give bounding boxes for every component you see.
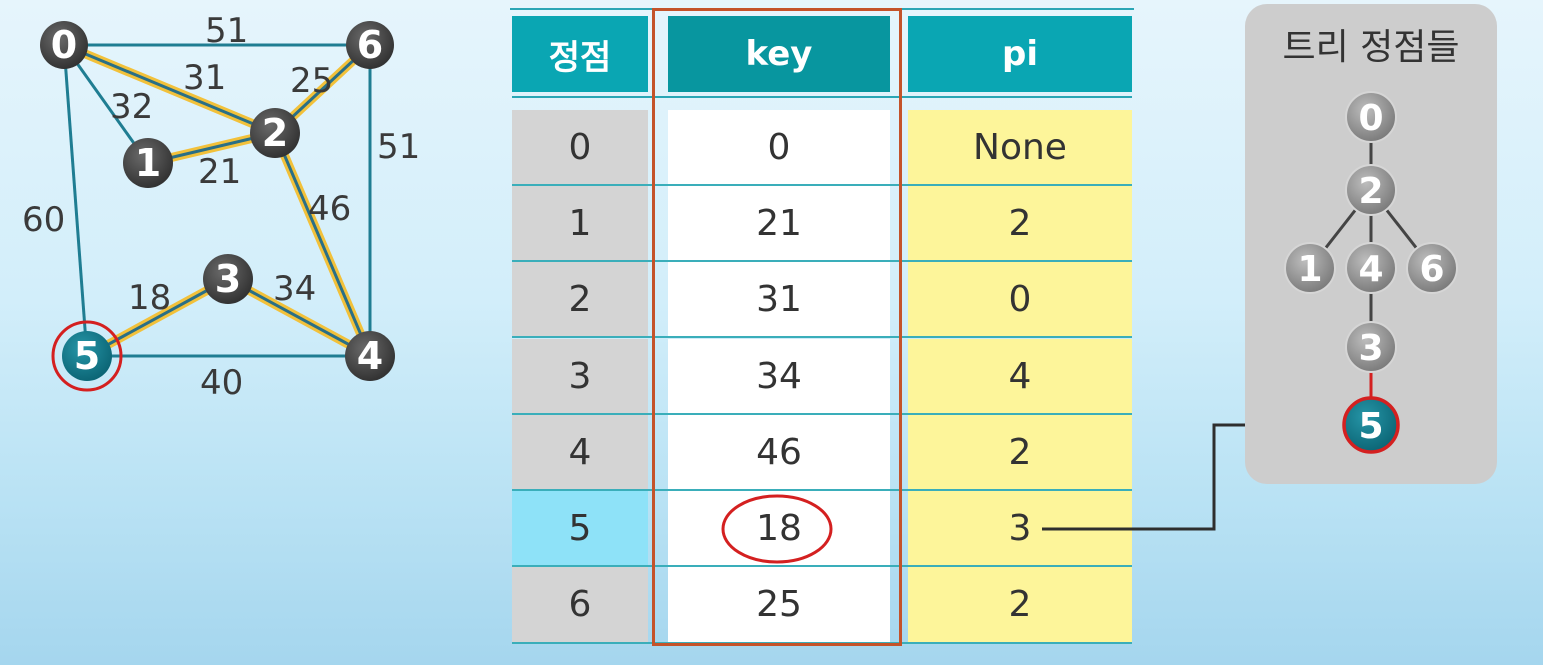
tree-diagram: 0 2 1 4 6 3 5 [1284, 91, 1458, 454]
tree-node-3: 3 [1345, 321, 1397, 373]
svg-text:4: 4 [1358, 249, 1383, 290]
svg-text:3: 3 [1358, 328, 1383, 369]
tree-node-4: 4 [1345, 242, 1397, 294]
tree-node-5: 5 [1342, 396, 1400, 454]
tree-node-0: 0 [1345, 91, 1397, 143]
svg-text:2: 2 [1358, 171, 1383, 212]
tree-node-1: 1 [1284, 242, 1336, 294]
svg-text:1: 1 [1297, 249, 1322, 290]
svg-text:0: 0 [1358, 98, 1383, 139]
svg-text:6: 6 [1419, 249, 1444, 290]
tree-node-6: 6 [1406, 242, 1458, 294]
tree-edges [1308, 117, 1434, 347]
tree-node-2: 2 [1345, 164, 1397, 216]
svg-text:5: 5 [1358, 406, 1383, 447]
